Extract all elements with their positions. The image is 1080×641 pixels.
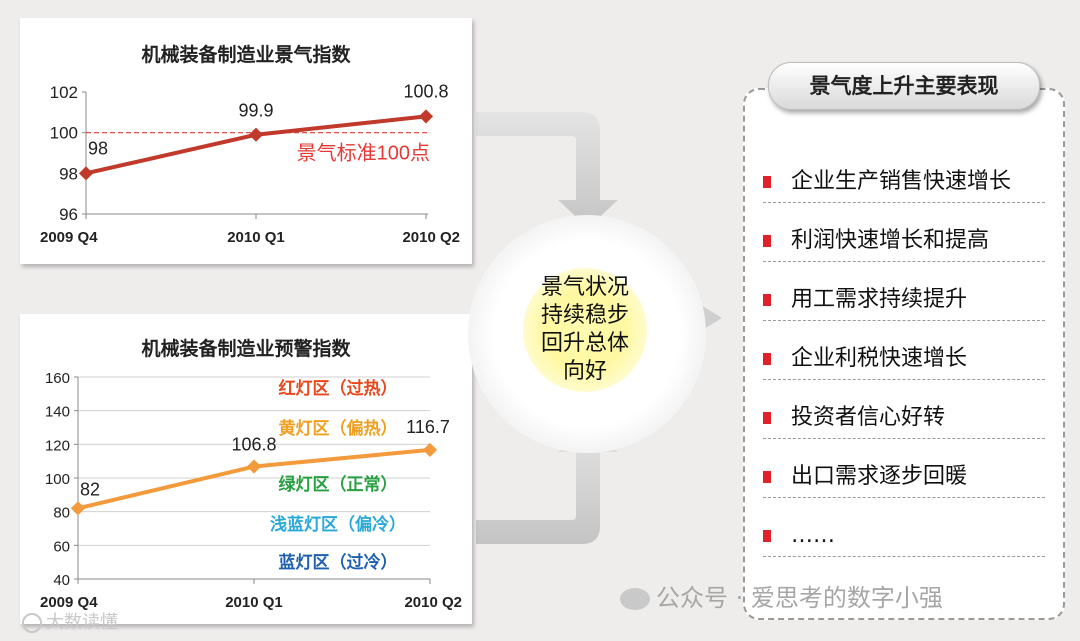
data-label: 98 (88, 138, 108, 158)
zone-label: 黄灯区（偏热） (279, 418, 398, 438)
logo-icon (22, 613, 42, 633)
wechat-icon (620, 588, 650, 610)
y-tick-label: 100 (45, 471, 70, 488)
x-tick-label: 2010 Q1 (225, 594, 283, 611)
y-tick-label: 102 (50, 83, 78, 102)
data-point (248, 127, 264, 142)
x-tick-label: 2009 Q4 (40, 229, 98, 246)
list-item: …… (763, 516, 1045, 557)
center-circle: 景气状况持续稳步回升总体向好 (523, 268, 647, 392)
bottom-chart-panel: 机械装备制造业预警指数 40 60 80 100 120 140 160 2009 Q4 201… (20, 314, 472, 624)
zone-label: 浅蓝灯区（偏冷） (270, 514, 406, 534)
y-tick-label: 160 (45, 370, 70, 387)
y-tick-label: 100 (50, 124, 78, 143)
y-tick-label: 60 (53, 538, 70, 555)
list-item: 投资者信心好转 (763, 398, 1045, 439)
list-item: 出口需求逐步回暖 (763, 457, 1045, 498)
y-tick-label: 120 (45, 437, 70, 454)
top-chart: 96 98 100 102 2009 Q4 2010 Q1 2010 Q2 景气标准100点 9… (40, 81, 460, 246)
reference-line-label: 景气标准100点 (297, 142, 430, 165)
list-item: 企业生产销售快速增长 (763, 162, 1045, 203)
bullet-icon (763, 412, 771, 424)
zone-label: 红灯区（过热） (279, 378, 398, 398)
right-panel-title: 景气度上升主要表现 (768, 62, 1040, 110)
list-item-label: 投资者信心好转 (791, 405, 946, 430)
list-item: 利润快速增长和提高 (763, 221, 1045, 262)
watermark: 公众号 · 爱思考的数字小强 (620, 578, 943, 613)
data-point (78, 166, 94, 181)
list-item: 用工需求持续提升 (763, 280, 1045, 321)
list-item-label: 利润快速增长和提高 (791, 228, 990, 253)
bullet-icon (763, 530, 771, 542)
data-point (422, 442, 438, 457)
y-tick-label: 98 (59, 164, 78, 183)
data-label: 100.8 (403, 81, 448, 101)
bullet-icon (763, 471, 771, 483)
data-label: 99.9 (238, 101, 273, 121)
x-tick-label: 2010 Q2 (404, 594, 462, 611)
list-item-label: 企业生产销售快速增长 (791, 169, 1012, 194)
list-item-label: 企业利税快速增长 (791, 346, 968, 371)
bullet-icon (763, 353, 771, 365)
watermark-text: 公众号 · 爱思考的数字小强 (656, 584, 943, 612)
list-item-label: 出口需求逐步回暖 (791, 464, 968, 489)
bullet-icon (763, 294, 771, 306)
zone-label: 蓝灯区（过冷） (279, 552, 398, 572)
data-label: 116.7 (406, 417, 450, 437)
top-connector-arrow (476, 112, 618, 228)
bottom-chart: 4060801001201401602009 Q4 2010 Q1 2010 Q2红… (40, 370, 462, 611)
y-tick-label: 140 (45, 404, 70, 421)
list-item: 企业利税快速增长 (763, 339, 1045, 380)
y-tick-label: 40 (53, 572, 70, 589)
bullet-icon (763, 235, 771, 247)
x-tick-label: 2010 Q2 (402, 229, 460, 246)
data-point (246, 459, 262, 474)
list-item-label: 用工需求持续提升 (791, 287, 968, 312)
top-chart-panel: 机械装备制造业景气指数 96 98 100 102 2009 Q4 2010 Q1 2010… (20, 18, 472, 264)
data-label: 106.8 (231, 435, 276, 455)
x-tick-label: 2010 Q1 (227, 229, 285, 246)
bullet-icon (763, 176, 771, 188)
center-text: 景气状况持续稳步回升总体向好 (540, 275, 629, 384)
logo: 大数读懂 (22, 608, 118, 634)
zone-label: 绿灯区（正常） (279, 474, 398, 494)
y-tick-label: 80 (53, 505, 70, 522)
data-label: 82 (80, 479, 100, 499)
y-tick-label: 96 (59, 205, 78, 224)
data-point (418, 109, 434, 124)
list-item-label: …… (791, 523, 835, 548)
logo-text: 大数读懂 (46, 612, 118, 633)
data-point (70, 501, 86, 516)
